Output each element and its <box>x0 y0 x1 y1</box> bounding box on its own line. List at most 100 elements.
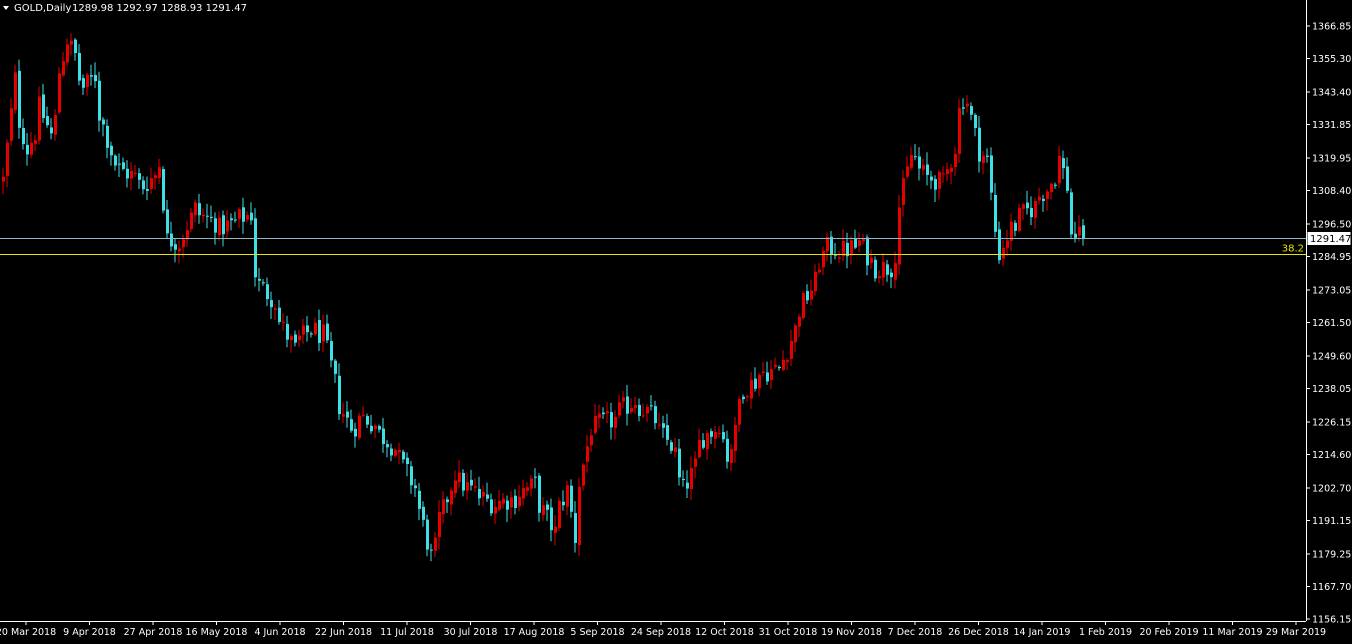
candle-body <box>826 237 829 252</box>
candle-body <box>478 488 481 499</box>
candlestick-chart[interactable]: 38.2 1366.85 1355.30 1343.40 1331.85 1319.95… <box>0 0 1352 640</box>
candle-body <box>814 271 817 292</box>
candle-body <box>202 214 205 217</box>
candle-body <box>90 75 93 77</box>
candle-body <box>778 366 781 369</box>
candle-body <box>82 78 85 88</box>
candle-body <box>746 396 749 398</box>
candle-body <box>314 322 317 335</box>
candle-body <box>794 325 797 343</box>
candle-body <box>550 507 553 531</box>
candle-body <box>858 240 861 246</box>
candle-body <box>882 261 885 278</box>
price-tick-label: 1156.15 <box>1312 615 1351 626</box>
price-tick-label: 1296.50 <box>1312 219 1351 230</box>
candle-body <box>70 40 73 45</box>
candle-body <box>378 426 381 430</box>
candle-body <box>934 179 937 190</box>
candle-body <box>398 449 401 453</box>
candle-body <box>410 466 413 486</box>
price-tick-label: 1191.15 <box>1312 516 1351 527</box>
candle-body <box>86 74 89 88</box>
time-tick-label: 12 Oct 2018 <box>695 627 754 638</box>
candle-body <box>994 194 997 232</box>
candle-body <box>1022 204 1025 209</box>
candle-body <box>694 458 697 467</box>
candle-body <box>870 257 873 263</box>
candle-body <box>330 341 333 361</box>
candle-body <box>218 217 221 236</box>
candle-body <box>66 44 69 63</box>
candle-body <box>34 140 37 144</box>
candle-body <box>434 537 437 551</box>
candle-body <box>490 499 493 514</box>
candle-body <box>438 511 441 538</box>
candle-body <box>442 499 445 515</box>
time-tick-label: 30 Jul 2018 <box>444 627 498 638</box>
candle-body <box>646 406 649 414</box>
candle-body <box>970 106 973 115</box>
candle-body <box>758 374 761 389</box>
candle-body <box>718 433 721 435</box>
candle-body <box>822 250 825 268</box>
time-tick-label: 9 Apr 2018 <box>63 627 116 638</box>
candle-body <box>642 415 645 417</box>
time-tick-label: 5 Sep 2018 <box>570 627 624 638</box>
candle-body <box>242 207 245 222</box>
candle-body <box>706 433 709 450</box>
candle-body <box>170 233 173 247</box>
candle-body <box>162 169 165 211</box>
candle-body <box>402 451 405 460</box>
candle-body <box>38 96 41 141</box>
candle-body <box>526 487 529 491</box>
candle-body <box>1042 198 1045 202</box>
candle-body <box>594 415 597 433</box>
candle-body <box>966 103 969 107</box>
candle-body <box>62 61 65 76</box>
candle-body <box>518 496 521 507</box>
candle-body <box>270 300 273 308</box>
candle-body <box>990 155 993 193</box>
candle-body <box>46 116 49 126</box>
chart-svg[interactable]: 38.2 1366.85 1355.30 1343.40 1331.85 1319.95… <box>0 0 1352 640</box>
candle-body <box>238 209 241 219</box>
candle-body <box>274 308 277 310</box>
candle-body <box>150 178 153 189</box>
time-tick-label: 14 Jan 2019 <box>1014 627 1071 638</box>
candle-body <box>74 39 77 54</box>
candle-body <box>282 321 285 323</box>
candle-body <box>18 70 21 128</box>
candle-body <box>2 176 5 182</box>
candle-body <box>658 424 661 426</box>
time-tick-label: 20 Mar 2018 <box>0 627 56 638</box>
time-tick-label: 31 Oct 2018 <box>759 627 818 638</box>
candle-body <box>690 468 693 490</box>
candle-body <box>254 218 257 278</box>
candle-body <box>506 500 509 510</box>
candle-body <box>226 220 229 232</box>
candle-body <box>666 425 669 440</box>
candle-body <box>174 244 177 250</box>
candle-body <box>430 549 433 551</box>
candle-body <box>54 114 57 135</box>
candle-body <box>30 142 33 155</box>
candle-body <box>250 212 253 221</box>
candle-body <box>906 166 909 177</box>
candle-body <box>418 490 421 509</box>
time-tick-label: 16 May 2018 <box>186 627 248 638</box>
candle-body <box>1026 202 1029 209</box>
candle-body <box>190 212 193 230</box>
candle-body <box>1034 201 1037 218</box>
candle-body <box>58 73 61 113</box>
candle-body <box>294 334 297 343</box>
candle-body <box>742 396 745 400</box>
candle-body <box>222 215 225 235</box>
candle-body <box>146 189 149 191</box>
candle-body <box>626 396 629 414</box>
candle-body <box>890 272 893 278</box>
candle-body <box>538 475 541 513</box>
candle-body <box>182 239 185 248</box>
time-tick-label: 1 Feb 2019 <box>1079 627 1132 638</box>
candle-body <box>574 513 577 543</box>
candle-body <box>318 320 321 343</box>
